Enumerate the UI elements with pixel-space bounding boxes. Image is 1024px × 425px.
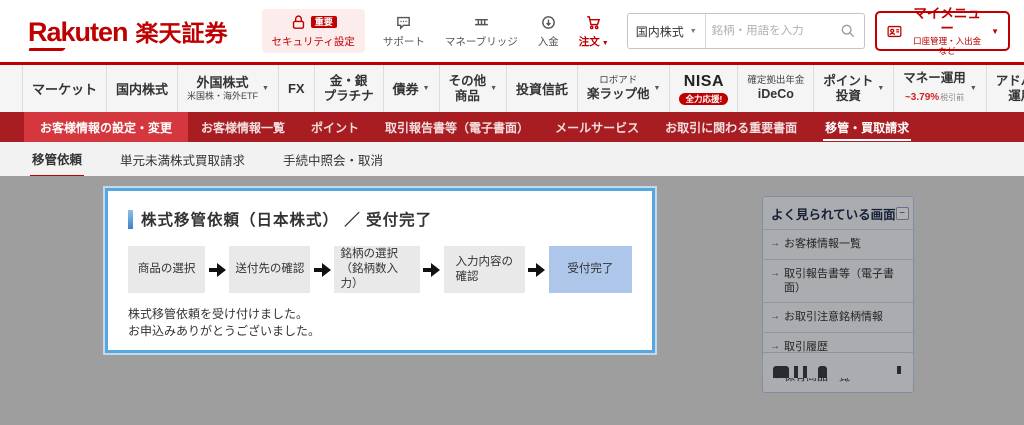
chevron-down-icon: ▼: [991, 26, 999, 36]
account-nav-customer-info[interactable]: お客様情報一覧: [188, 112, 298, 142]
bridge-icon: [473, 14, 490, 31]
step-input-confirm: 入力内容の 確認: [443, 246, 525, 293]
nav-robo-advisor[interactable]: ロボアド 楽ラップ他 ▼: [578, 65, 671, 112]
order-link[interactable]: 注文 ▼: [577, 9, 611, 53]
search-category-select[interactable]: 国内株式 ▼: [628, 14, 706, 48]
chevron-down-icon: ▼: [969, 85, 977, 92]
sidebar-link-customer-info[interactable]: → お客様情報一覧: [763, 229, 913, 259]
money-bridge-link[interactable]: マネーブリッジ: [443, 9, 520, 53]
account-nav-points[interactable]: ポイント: [298, 112, 372, 142]
nav-other-products[interactable]: その他 商品 ▼: [440, 65, 508, 112]
account-nav-transfer-request[interactable]: 移管・買取請求: [810, 112, 924, 142]
search-input[interactable]: [705, 25, 833, 37]
rakuten-logo[interactable]: Rakuten 楽天証券: [28, 14, 228, 48]
header: Rakuten 楽天証券 重要 セキュリティ設定 サポート マネーブリッジ 入金…: [0, 0, 1024, 62]
logo-text-en: Rakuten: [28, 17, 129, 47]
security-settings-link[interactable]: 重要 セキュリティ設定: [261, 9, 365, 53]
nav-bonds[interactable]: 債券 ▼: [384, 65, 440, 112]
chevron-down-icon: ▼: [877, 85, 885, 92]
subnav-inquiry-cancel[interactable]: 手続中照会・取消: [281, 143, 385, 176]
subnav-transfer-request[interactable]: 移管依頼: [30, 142, 85, 177]
chevron-down-icon: ▼: [422, 85, 430, 92]
page: Rakuten 楽天証券 重要 セキュリティ設定 サポート マネーブリッジ 入金…: [0, 0, 1024, 425]
nav-advisor[interactable]: アドバイザー運用相談 ▼: [987, 65, 1024, 112]
chevron-down-icon: ▼: [262, 85, 269, 92]
transfer-complete-panel: 株式移管依頼（日本株式） ／ 受付完了 商品の選択 送付先の確認 銘柄の選択 （…: [105, 188, 655, 353]
step-stock-selection: 銘柄の選択 （銘柄数入力）: [334, 246, 420, 293]
chat-icon: [395, 14, 412, 31]
chevron-down-icon: ▼: [601, 40, 609, 47]
sidebar-title: よく見られている画面: [771, 208, 896, 222]
chevron-down-icon: ▼: [490, 85, 498, 92]
search-icon[interactable]: [840, 23, 856, 39]
sidebar-link-caution-stocks[interactable]: → お取引注意銘柄情報: [763, 302, 913, 332]
nav-foreign-stocks[interactable]: 外国株式 米国株・海外ETF ▼: [178, 65, 279, 112]
partial-widget: [762, 352, 914, 378]
account-nav-important-docs[interactable]: お取引に関わる重要書面: [652, 112, 810, 142]
nav-domestic-stocks[interactable]: 国内株式: [107, 65, 179, 112]
arrow-right-icon: [525, 262, 549, 277]
nav-market[interactable]: マーケット: [22, 65, 108, 112]
nav-gold-platinum[interactable]: 金・銀 プラチナ: [315, 65, 384, 112]
nav-nisa[interactable]: NISA 全力応援!: [670, 65, 739, 112]
deposit-icon: [540, 14, 557, 31]
progress-steps: 商品の選択 送付先の確認 銘柄の選択 （銘柄数入力） 入力内容の 確認 受付完了: [128, 246, 632, 293]
page-title: 株式移管依頼（日本株式） ／ 受付完了: [128, 208, 632, 230]
cart-icon: [585, 14, 602, 31]
nav-point-investment[interactable]: ポイント 投資 ▼: [814, 65, 895, 112]
deposit-link[interactable]: 入金: [536, 9, 561, 53]
sidebar-link-trade-reports[interactable]: → 取引報告書等（電子書面）: [763, 258, 913, 303]
lock-icon: [290, 14, 307, 31]
step-product-selection: 商品の選択: [128, 246, 206, 293]
account-nav-trade-reports[interactable]: 取引報告書等（電子書面）: [372, 112, 542, 142]
chevron-down-icon: ▼: [689, 27, 697, 35]
arrow-right-icon: →: [770, 238, 780, 249]
logo-text-jp: 楽天証券: [135, 20, 228, 46]
arrow-right-icon: [205, 262, 229, 277]
account-nav-mail-service[interactable]: メールサービス: [542, 112, 652, 142]
clipped-text-shapes: [773, 366, 903, 378]
account-nav: お客様情報の設定・変更 お客様情報一覧 ポイント 取引報告書等（電子書面） メー…: [0, 112, 1024, 142]
nav-money-management[interactable]: マネー運用 ~3.79%税引前 ▼: [894, 65, 987, 112]
step-destination-confirm: 送付先の確認: [229, 246, 311, 293]
completion-message: 株式移管依頼を受け付けました。 お申込みありがとうございました。: [128, 307, 321, 338]
nav-investment-trust[interactable]: 投資信託: [507, 65, 579, 112]
step-complete: 受付完了: [548, 246, 632, 293]
header-quick-links: 重要 セキュリティ設定 サポート マネーブリッジ 入金 注文 ▼: [261, 9, 611, 53]
collapse-button[interactable]: −: [895, 207, 909, 220]
important-badge: 重要: [310, 15, 337, 29]
nisa-badge: 全力応援!: [679, 92, 729, 105]
account-card-icon: [886, 22, 903, 41]
support-link[interactable]: サポート: [381, 9, 427, 53]
account-nav-settings[interactable]: お客様情報の設定・変更: [24, 112, 189, 142]
my-menu-button[interactable]: マイメニュー 口座管理・入出金など ▼: [875, 6, 1010, 55]
arrow-right-icon: →: [770, 267, 780, 279]
content-area: よく見られている画面 − → お客様情報一覧 → 取引報告書等（電子書面） → …: [0, 176, 1024, 425]
subnav-odd-lot-buyback[interactable]: 単元未満株式買取請求: [118, 143, 247, 176]
nav-fx[interactable]: FX: [279, 65, 315, 112]
global-nav: マーケット 国内株式 外国株式 米国株・海外ETF ▼ FX 金・銀 プラチナ 債券…: [0, 62, 1024, 112]
title-accent-bar: [128, 209, 133, 229]
nav-ideco[interactable]: 確定拠出年金 iDeCo: [738, 65, 815, 112]
chevron-down-icon: ▼: [653, 85, 661, 92]
search-bar: 国内株式 ▼: [626, 13, 866, 49]
arrow-right-icon: [310, 262, 334, 277]
arrow-right-icon: [420, 262, 444, 277]
arrow-right-icon: →: [770, 311, 780, 323]
sub-nav: 移管依頼 単元未満株式買取請求 手続中照会・取消: [0, 142, 1024, 177]
